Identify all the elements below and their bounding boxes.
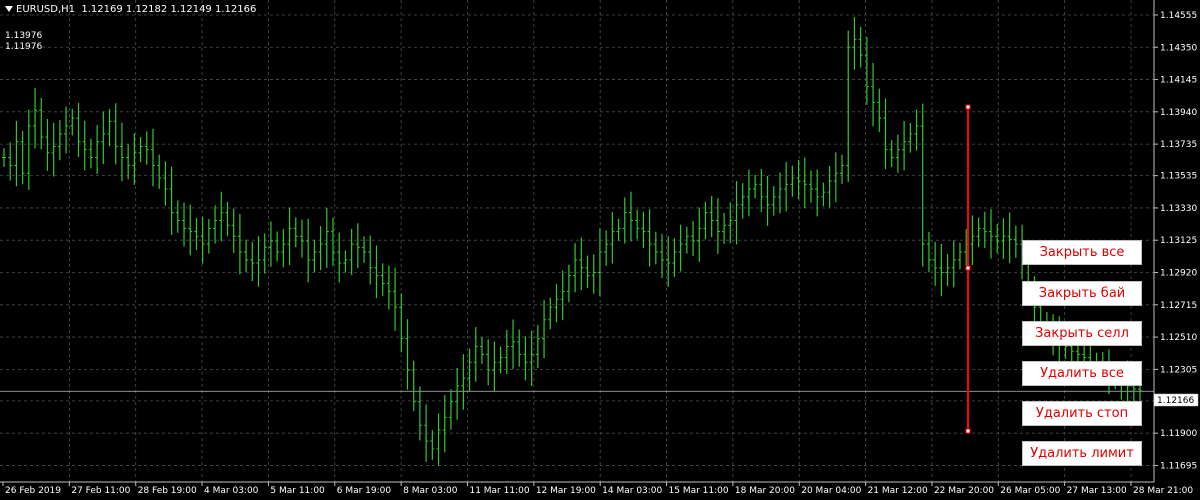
ohlc-values: 1.12169 1.12182 1.12149 1.12166 <box>81 4 257 15</box>
time-tick-label: 28 Feb 19:00 <box>138 486 197 496</box>
price-tick-label: 1.14555 <box>1160 11 1197 21</box>
symbol-timeframe: EURUSD,H1 <box>16 4 76 15</box>
close-all-button[interactable]: Закрыть все <box>1022 240 1142 265</box>
delete-limit-button[interactable]: Удалить лимит <box>1022 441 1142 466</box>
current-price-label: 1.12166 <box>1153 393 1199 407</box>
delete-all-button[interactable]: Удалить все <box>1022 361 1142 386</box>
time-tick-label: 11 Mar 11:00 <box>469 486 529 496</box>
measure-handle-mid <box>965 265 971 271</box>
time-tick-label: 12 Mar 19:00 <box>536 486 596 496</box>
level-label-upper: 1.13976 <box>5 31 43 41</box>
time-tick-label: 18 Mar 20:00 <box>735 486 795 496</box>
delete-stop-button[interactable]: Удалить стоп <box>1022 401 1142 426</box>
time-tick-label: 20 Mar 04:00 <box>801 486 861 496</box>
price-tick-label: 1.13125 <box>1160 236 1197 246</box>
current-price-text: 1.12166 <box>1157 396 1194 406</box>
time-tick-label: 27 Feb 11:00 <box>71 486 130 496</box>
chart-grid <box>0 0 1154 482</box>
time-tick-label: 27 Mar 13:00 <box>1067 486 1127 496</box>
time-tick-label: 28 Mar 21:00 <box>1133 486 1193 496</box>
price-tick-label: 1.14350 <box>1160 43 1197 53</box>
price-bars <box>2 17 1142 466</box>
price-tick-label: 1.13940 <box>1160 108 1197 118</box>
price-tick-label: 1.12305 <box>1160 365 1197 375</box>
price-tick-label: 1.13535 <box>1160 172 1197 182</box>
time-tick-label: 22 Mar 20:00 <box>934 486 994 496</box>
time-tick-label: 14 Mar 03:00 <box>602 486 662 496</box>
time-tick-label: 26 Feb 2019 <box>5 486 61 496</box>
chart-header: EURUSD,H1 1.12169 1.12182 1.12149 1.1216… <box>5 4 256 15</box>
price-tick-label: 1.12715 <box>1160 301 1197 311</box>
time-axis: 26 Feb 2019 27 Feb 11:00 28 Feb 19:00 4 Mar… <box>2 482 1193 496</box>
time-tick-label: 15 Mar 11:00 <box>669 486 729 496</box>
price-tick-label: 1.11900 <box>1160 429 1197 439</box>
time-tick-label: 4 Mar 03:00 <box>204 486 259 496</box>
price-tick-label: 1.13330 <box>1160 204 1197 214</box>
price-tick-label: 1.11695 <box>1160 461 1197 471</box>
time-tick-label: 6 Mar 19:00 <box>337 486 392 496</box>
price-tick-label: 1.14145 <box>1160 76 1197 86</box>
close-buy-button[interactable]: Закрыть бай <box>1022 281 1142 306</box>
price-chart[interactable]: 1.14555 1.14350 1.14145 1.13940 1.13735 1.135… <box>0 0 1200 500</box>
measure-handle-bottom <box>965 428 971 434</box>
dropdown-arrow-icon[interactable] <box>5 6 13 12</box>
price-tick-label: 1.12920 <box>1160 269 1197 279</box>
time-tick-label: 21 Mar 12:00 <box>868 486 928 496</box>
time-tick-label: 8 Mar 03:00 <box>403 486 458 496</box>
time-tick-label: 26 Mar 05:00 <box>1000 486 1060 496</box>
level-label-lower: 1.11976 <box>5 42 43 52</box>
measure-handle-top <box>965 104 971 110</box>
time-tick-label: 5 Mar 11:00 <box>270 486 325 496</box>
close-sell-button[interactable]: Закрыть селл <box>1022 321 1142 346</box>
price-tick-label: 1.13735 <box>1160 140 1197 150</box>
price-tick-label: 1.12510 <box>1160 333 1197 343</box>
